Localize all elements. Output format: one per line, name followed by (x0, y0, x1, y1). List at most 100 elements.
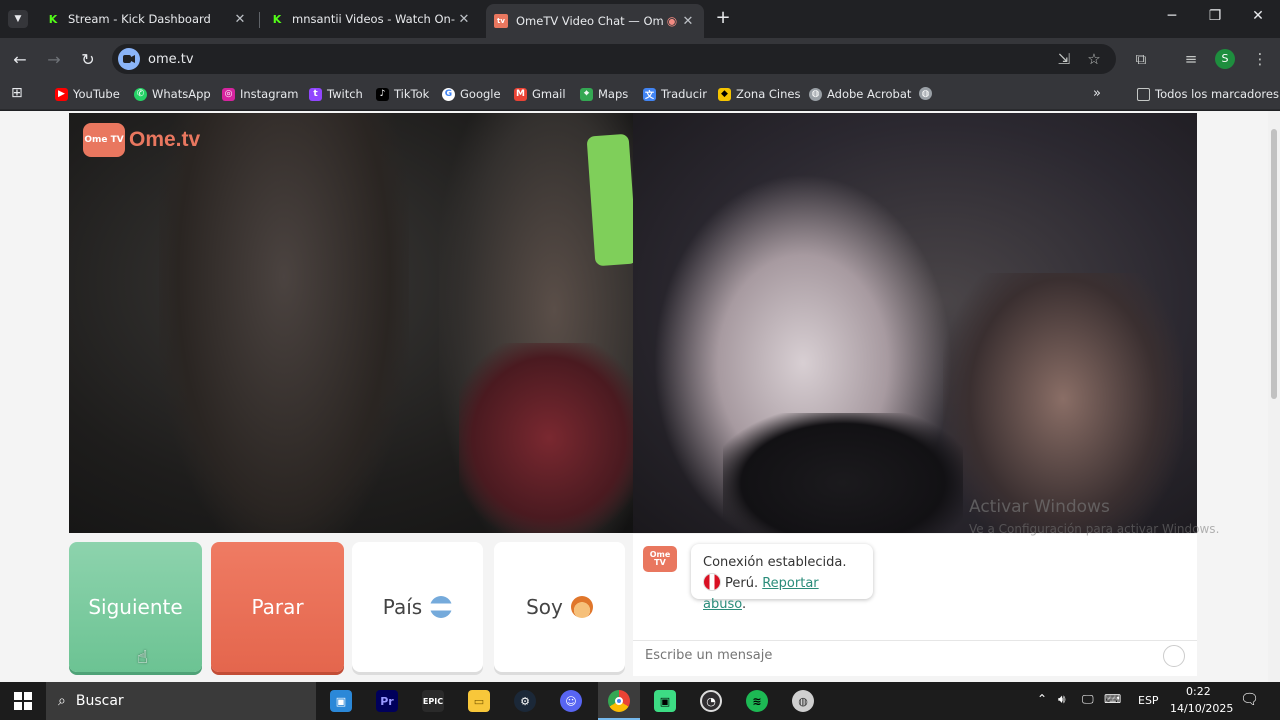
all-bookmarks[interactable]: Todos los marcadores (1137, 87, 1279, 101)
news-app-icon[interactable]: ▣ (330, 690, 352, 712)
phone-image (586, 133, 633, 267)
apps-icon[interactable]: ⊞ (11, 85, 23, 101)
epic-games-icon[interactable]: EPIC (422, 690, 444, 712)
kick-icon: K (272, 12, 282, 26)
bookmark-youtube[interactable]: ▶ YouTube (55, 87, 120, 101)
network-icon[interactable]: 🖵︎ (1082, 692, 1094, 707)
taskbar-search[interactable]: ⌕ Buscar (46, 682, 316, 720)
country-name: Perú. (725, 576, 759, 591)
tab-separator (259, 12, 260, 28)
clock-time[interactable]: 0:22 (1186, 685, 1211, 698)
recording-icon: ◉ (666, 14, 678, 28)
bookmark-traducir[interactable]: 文 Traducir (643, 87, 707, 101)
search-icon: ⌕ (58, 693, 66, 709)
minimize-icon[interactable]: ─ (1162, 8, 1182, 24)
address-bar[interactable]: ome.tv (112, 44, 1116, 74)
profile-avatar[interactable]: S (1215, 49, 1235, 69)
file-explorer-icon[interactable]: ▭ (468, 690, 490, 712)
back-icon[interactable]: ← (10, 50, 30, 69)
bookmark-label: WhatsApp (152, 87, 211, 101)
tab-kick-dashboard[interactable]: K Stream - Kick Dashboard ✕ (38, 6, 256, 32)
bookmark-star-icon[interactable]: ☆ (1084, 50, 1104, 68)
microphone-image (723, 413, 963, 533)
bookmarks-bar: ⊞ ▶ YouTube ✆ WhatsApp ◎ Instagram t Twitch … (0, 80, 1280, 110)
bookmark-zona-cines[interactable]: ◆ Zona Cines (718, 87, 801, 101)
bookmark-adobe-acrobat[interactable]: ◍ Adobe Acrobat (809, 87, 911, 101)
bookmark-tiktok[interactable]: ♪ TikTok (376, 87, 429, 101)
close-icon[interactable]: ✕ (232, 12, 248, 27)
gender-button[interactable]: Soy (494, 542, 625, 672)
app-icon[interactable]: ◍ (792, 690, 814, 712)
system-message: Conexión establecida. Perú. Reportar abu… (691, 544, 873, 612)
tab-title: mnsantii Videos - Watch On-De (292, 12, 456, 26)
bookmark-google[interactable]: G Google (442, 87, 501, 101)
tray-chevron-icon[interactable]: ⌃ (1037, 692, 1047, 706)
remote-video (633, 113, 1197, 533)
page-scrollbar[interactable] (1268, 111, 1280, 682)
partner-country: Perú. Reportar abuso. (703, 573, 861, 615)
new-tab-button[interactable]: + (713, 7, 733, 28)
bookmark-label: Zona Cines (736, 87, 801, 101)
windows-start-icon[interactable] (14, 692, 32, 710)
activate-windows-subtitle: Ve a Configuración para activar Windows. (969, 522, 1220, 536)
pillow-image (459, 343, 633, 533)
chrome-icon[interactable] (608, 690, 630, 712)
reload-icon[interactable]: ↻ (78, 50, 98, 69)
volume-icon[interactable]: 🔊︎ (1058, 692, 1066, 707)
notifications-icon[interactable]: 🗨︎ (1240, 690, 1259, 708)
close-window-icon[interactable]: ✕ (1248, 8, 1268, 24)
bookmark-maps[interactable]: ⌖ Maps (580, 87, 628, 101)
globe-icon: ◍ (809, 87, 822, 101)
extensions-icon[interactable]: ⧉ (1131, 50, 1151, 68)
forward-icon[interactable]: → (44, 50, 64, 69)
tab-strip: ▼ K Stream - Kick Dashboard ✕ K mnsantii… (0, 0, 1280, 38)
discord-icon[interactable]: ☺ (560, 690, 582, 712)
premiere-pro-icon[interactable]: Pr (376, 690, 398, 712)
language-indicator[interactable]: ESP (1138, 694, 1159, 707)
translate-icon: 文 (643, 87, 656, 101)
connection-status: Conexión establecida. (703, 555, 847, 570)
close-icon[interactable]: ✕ (680, 14, 696, 29)
bookmark-instagram[interactable]: ◎ Instagram (222, 87, 299, 101)
peru-flag-icon (703, 573, 721, 591)
spotify-icon[interactable]: ≋ (746, 690, 768, 712)
instagram-icon: ◎ (222, 87, 235, 101)
tab-title: OmeTV Video Chat — Ome (516, 14, 664, 28)
stop-button[interactable]: Parar (211, 542, 344, 672)
bookmark-whatsapp[interactable]: ✆ WhatsApp (134, 87, 211, 101)
next-button[interactable]: Siguiente (69, 542, 202, 672)
bookmark-label: Google (460, 87, 501, 101)
emoji-picker-icon[interactable] (1163, 645, 1185, 667)
bookmark-gmail[interactable]: M Gmail (514, 87, 566, 101)
scrollbar-thumb[interactable] (1271, 129, 1277, 399)
bookmark-label: TikTok (394, 87, 430, 101)
obs-icon[interactable]: ◔ (700, 690, 722, 712)
message-input[interactable] (645, 648, 1145, 663)
android-app-icon[interactable]: ▣ (654, 690, 676, 712)
close-icon[interactable]: ✕ (456, 12, 472, 27)
install-app-icon[interactable]: ⇲ (1054, 50, 1074, 68)
bookmark-label: Twitch (327, 87, 363, 101)
restore-icon[interactable]: ❐ (1205, 8, 1225, 24)
search-label: Buscar (75, 693, 124, 709)
bookmark-twitch[interactable]: t Twitch (309, 87, 363, 101)
ometv-wordmark: Ome.tv (129, 128, 201, 151)
media-control-icon[interactable]: ≡ (1181, 50, 1201, 68)
more-bookmarks-icon[interactable]: » (1093, 86, 1101, 101)
site-info-icon[interactable] (118, 48, 140, 70)
tab-kick-videos[interactable]: K mnsantii Videos - Watch On-De ✕ (262, 6, 480, 32)
bookmark-globe[interactable]: ◍ (919, 87, 937, 100)
menu-icon[interactable]: ⋮ (1250, 50, 1270, 68)
steam-icon[interactable]: ⚙ (514, 690, 536, 712)
gender-button-label: Soy (526, 595, 563, 619)
keyboard-icon[interactable]: ⌨ (1104, 692, 1121, 706)
tab-search-icon[interactable]: ▼ (8, 10, 28, 28)
tab-ometv[interactable]: tv OmeTV Video Chat — Ome ◉ ✕ (486, 4, 704, 38)
divider (633, 640, 1197, 641)
cinema-icon: ◆ (718, 87, 731, 101)
all-bookmarks-label: Todos los marcadores (1155, 87, 1279, 101)
browser-toolbar: ← → ↻ ome.tv ⇲ ☆ ⧉ ≡ S ⋮ (0, 38, 1280, 80)
country-button[interactable]: País (352, 542, 483, 672)
clock-date[interactable]: 14/10/2025 (1170, 702, 1233, 715)
bookmark-label: YouTube (73, 87, 120, 101)
